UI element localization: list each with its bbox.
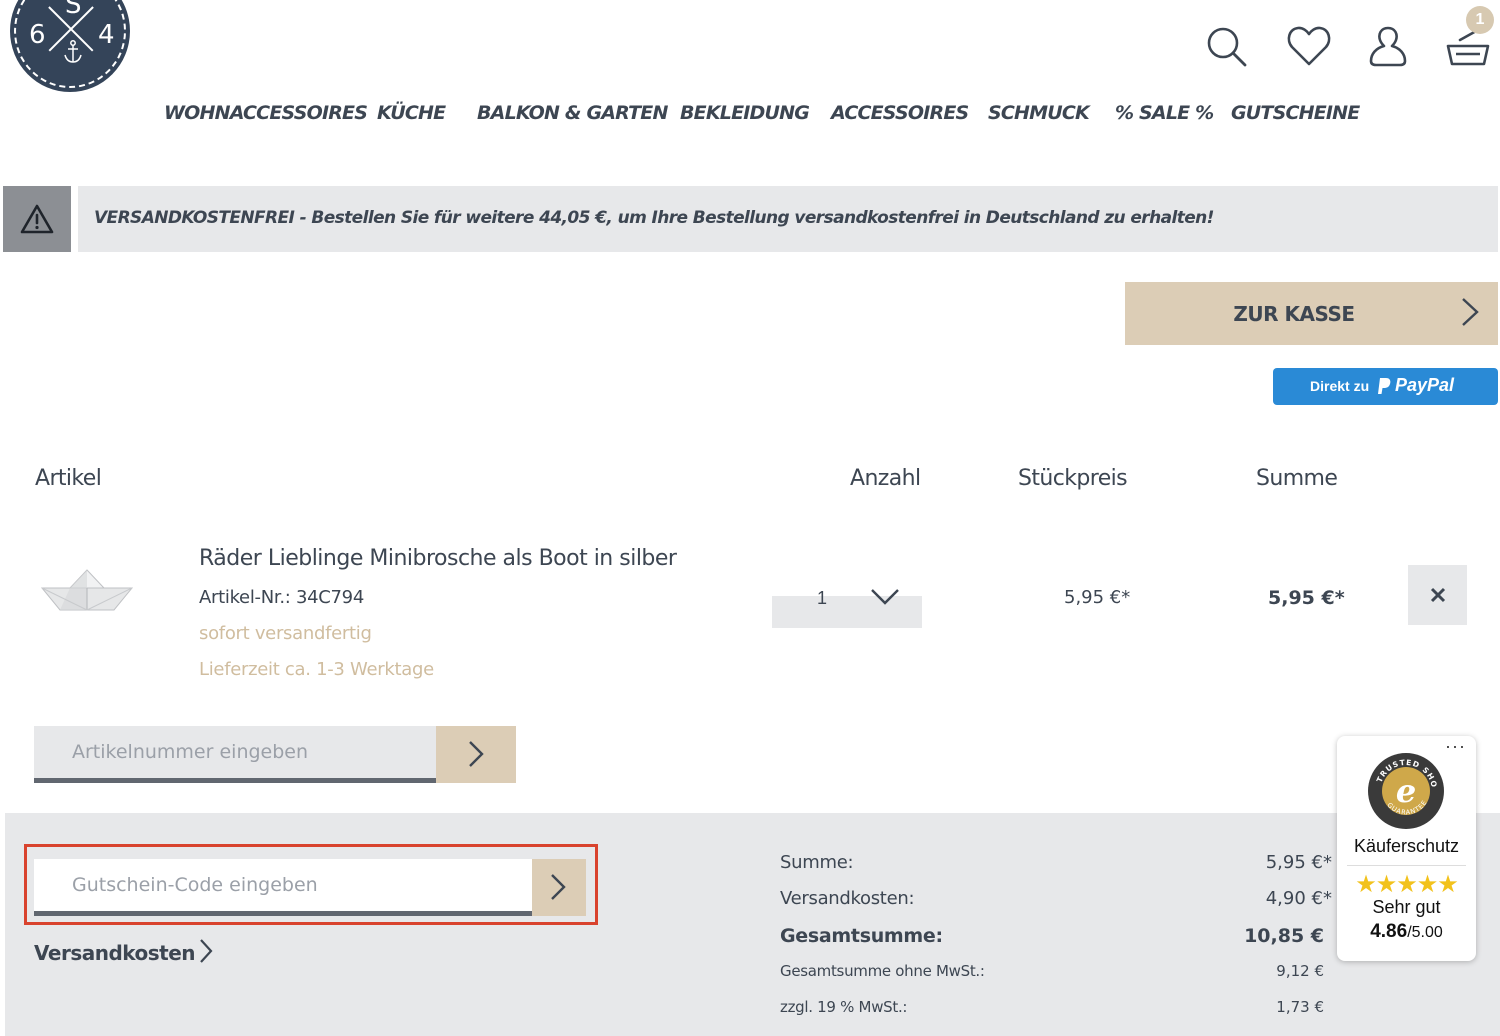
- nav-item-wohnaccessoires[interactable]: WOHNACCESSOIRES: [164, 102, 368, 124]
- nav-item-schmuck[interactable]: SCHMUCK: [988, 102, 1090, 124]
- widget-divider: [1347, 865, 1466, 866]
- article-number-submit-button[interactable]: [436, 726, 516, 783]
- vat-label: zzgl. 19 % MwSt.:: [780, 998, 908, 1016]
- rating-score-max: /5.00: [1407, 924, 1443, 941]
- chevron-right-icon: [1462, 298, 1479, 326]
- user-icon[interactable]: [1366, 24, 1410, 68]
- widget-menu-icon[interactable]: ···: [1445, 736, 1466, 757]
- quantity-value[interactable]: 1: [817, 588, 827, 609]
- rating-score-value: 4.86: [1370, 921, 1408, 942]
- svg-text:e: e: [1396, 772, 1416, 810]
- notice-icon-box: [3, 186, 71, 252]
- anchor-icon: [64, 40, 82, 63]
- vat-value: 1,73 €: [1276, 998, 1324, 1016]
- close-icon: [1430, 587, 1446, 603]
- rating-text: Sehr gut: [1372, 897, 1441, 917]
- nav-item-accessoires[interactable]: ACCESSOIRES: [831, 102, 969, 124]
- paypal-brand: PayPal: [1395, 375, 1455, 395]
- trusted-shops-seal-icon: e TRUSTED SHOPS GUARANTEE: [1367, 752, 1444, 829]
- chevron-right-icon: [200, 939, 213, 963]
- paypal-express-button[interactable]: Direkt zu PayPal: [1273, 368, 1498, 405]
- voucher-code-field: [34, 859, 532, 916]
- article-number-input[interactable]: [34, 726, 436, 778]
- column-header-total: Summe: [1256, 466, 1338, 491]
- cart-count-badge: 1: [1466, 6, 1494, 34]
- chevron-right-icon: [551, 874, 566, 900]
- shipping-costs-label: Versandkosten: [34, 941, 196, 965]
- column-header-article: Artikel: [35, 466, 102, 491]
- column-header-quantity: Anzahl: [850, 466, 921, 491]
- shipping-costs-link[interactable]: Versandkosten: [34, 938, 213, 965]
- nav-item-balkon-garten[interactable]: BALKON & GARTEN: [477, 102, 668, 124]
- product-title-link[interactable]: Räder Lieblinge Minibrosche als Boot in …: [199, 546, 677, 571]
- net-total-value: 9,12 €: [1276, 962, 1324, 980]
- logo-letter: 6: [29, 20, 46, 50]
- remove-item-button[interactable]: [1408, 565, 1467, 625]
- line-total: 5,95 €*: [1268, 587, 1345, 609]
- logo-letter: S: [65, 0, 82, 20]
- checkout-button[interactable]: ZUR KASSE: [1125, 282, 1498, 345]
- checkout-label: ZUR KASSE: [1233, 302, 1355, 326]
- subtotal-label: Summe:: [780, 852, 854, 873]
- product-sku: Artikel-Nr.: 34C794: [199, 587, 364, 608]
- free-shipping-notice: VERSANDKOSTENFREI - Bestellen Sie für we…: [78, 186, 1498, 252]
- nav-item-gutscheine[interactable]: GUTSCHEINE: [1231, 102, 1360, 124]
- paypal-icon: [1378, 378, 1391, 394]
- brand-logo[interactable]: S 6 4: [10, 0, 130, 92]
- warning-icon: [20, 204, 54, 234]
- main-navigation: WOHNACCESSOIRES KÜCHE BALKON & GARTEN BE…: [0, 102, 1500, 130]
- column-header-unit-price: Stückpreis: [1018, 466, 1128, 491]
- rating-score: 4.86/5.00: [1337, 921, 1476, 943]
- buyer-protection-title: Käuferschutz: [1353, 836, 1460, 856]
- grand-total-value: 10,85 €: [1244, 925, 1324, 947]
- subtotal-value: 5,95 €*: [1265, 852, 1332, 873]
- notice-text: VERSANDKOSTENFREI - Bestellen Sie für we…: [94, 208, 1214, 228]
- voucher-code-input[interactable]: [34, 859, 532, 911]
- product-stock-status: sofort versandfertig: [199, 623, 372, 644]
- logo-letter: 4: [98, 20, 115, 50]
- shipping-cost-label: Versandkosten:: [780, 888, 915, 909]
- product-delivery-time: Lieferzeit ca. 1-3 Werktage: [199, 659, 434, 680]
- paypal-prefix: Direkt zu: [1310, 378, 1370, 394]
- nav-item-sale[interactable]: % SALE %: [1115, 102, 1214, 124]
- paper-boat-product-image[interactable]: [40, 568, 134, 612]
- nav-item-bekleidung[interactable]: BEKLEIDUNG: [680, 102, 810, 124]
- rating-stars-icon: ★★★★★: [1355, 870, 1459, 898]
- unit-price: 5,95 €*: [1064, 587, 1131, 608]
- chevron-right-icon: [469, 741, 484, 767]
- article-number-field: [34, 726, 436, 783]
- voucher-submit-button[interactable]: [532, 859, 586, 916]
- trusted-shops-widget[interactable]: ··· e TRUSTED SHOPS GUARANTEE Käuferschu…: [1337, 736, 1476, 961]
- nav-item-kueche[interactable]: KÜCHE: [377, 102, 446, 124]
- search-icon[interactable]: [1204, 24, 1248, 68]
- net-total-label: Gesamtsumme ohne MwSt.:: [780, 962, 985, 980]
- heart-icon[interactable]: [1286, 24, 1332, 68]
- grand-total-label: Gesamtsumme:: [780, 925, 943, 947]
- shipping-cost-value: 4,90 €*: [1265, 888, 1332, 909]
- chevron-down-icon[interactable]: [870, 588, 900, 606]
